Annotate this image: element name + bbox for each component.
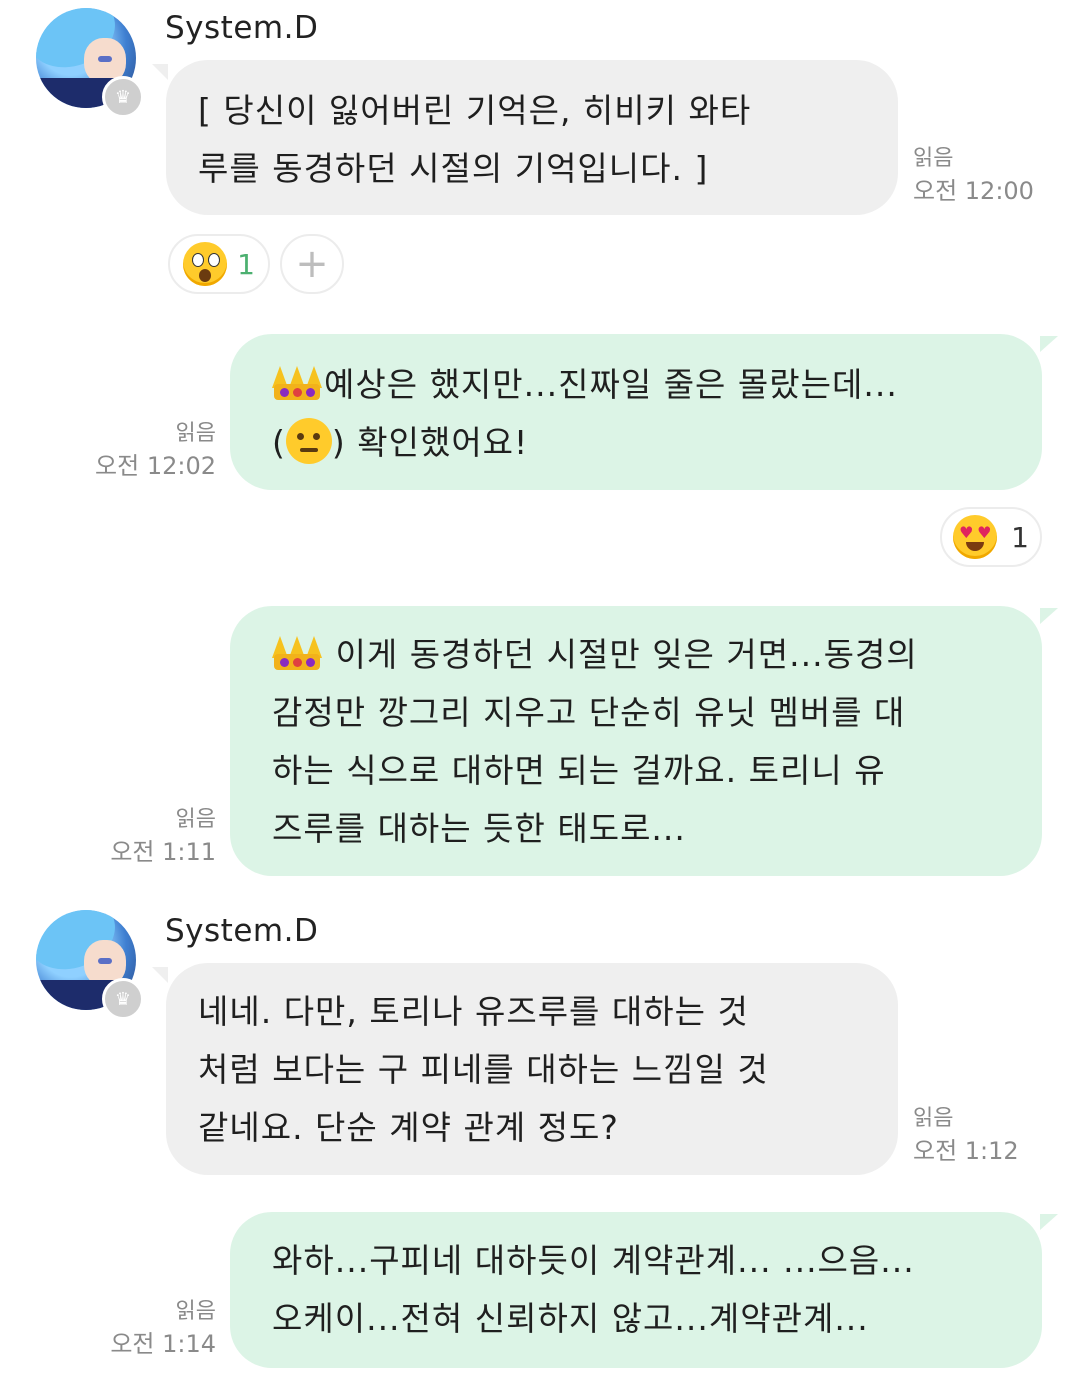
message-line: 와하...구피네 대하듯이 계약관계... ...으음... xyxy=(272,1241,915,1280)
read-indicator: 읽음 xyxy=(913,1106,954,1131)
message-line: 루를 동경하던 시절의 기억입니다. ] xyxy=(198,149,709,188)
add-reaction-button[interactable]: + xyxy=(280,234,344,294)
bubble-tail xyxy=(1040,336,1058,352)
read-indicator: 읽음 xyxy=(175,421,216,446)
crown-emoji-icon xyxy=(272,632,322,672)
timestamp: 오전 1:11 xyxy=(110,838,216,866)
read-indicator: 읽음 xyxy=(175,1299,216,1324)
message-meta: 읽음 오전 12:00 xyxy=(913,143,1034,207)
read-indicator: 읽음 xyxy=(175,807,216,832)
message-line: 하는 식으로 대하면 되는 걸까요. 토리니 유 xyxy=(272,751,886,790)
bubble-tail xyxy=(1040,1214,1058,1230)
message-line: 이게 동경하던 시절만 잊은 거면...동경의 xyxy=(272,626,1000,684)
plus-icon: + xyxy=(295,241,329,287)
thinking-face-icon xyxy=(285,418,332,464)
bubble-tail xyxy=(152,967,168,983)
heart-eyes-face-icon: ♥ ♥ xyxy=(953,515,998,559)
sender-name: System.D xyxy=(165,10,319,46)
message-line: 같네요. 단순 계약 관계 정도? xyxy=(198,1108,619,1147)
crown-icon: ♛ xyxy=(102,978,144,1020)
message-bubble-incoming[interactable]: 네네. 다만, 토리나 유즈루를 대하는 것 처럼 보다는 구 피네를 대하는 … xyxy=(166,963,898,1175)
message-bubble-incoming[interactable]: [ 당신이 잃어버린 기억은, 히비키 와타 루를 동경하던 시절의 기억입니다… xyxy=(166,60,898,215)
reaction-count: 1 xyxy=(237,247,255,281)
crown-icon: ♛ xyxy=(102,76,144,118)
reaction-count: 1 xyxy=(1011,520,1029,554)
timestamp: 오전 1:14 xyxy=(110,1330,216,1358)
message-line: 처럼 보다는 구 피네를 대하는 느낌일 것 xyxy=(198,1050,769,1089)
message-bubble-outgoing[interactable]: 예상은 했지만...진짜일 줄은 몰랐는데... ( ) 확인했어요! xyxy=(230,334,1042,490)
message-line: ( ) 확인했어요! xyxy=(272,414,1000,472)
message-meta: 읽음 오전 1:11 xyxy=(90,804,216,868)
astonished-face-icon xyxy=(183,242,228,286)
message-line: 예상은 했지만...진짜일 줄은 몰랐는데... xyxy=(272,356,1000,414)
message-line: 감정만 깡그리 지우고 단순히 유닛 멤버를 대 xyxy=(272,693,906,732)
message-line: 오케이...전혀 신뢰하지 않고...계약관계... xyxy=(272,1299,869,1338)
crown-emoji-icon xyxy=(272,362,322,402)
message-line: 즈루를 대하는 듯한 태도로... xyxy=(272,809,686,848)
message-line: [ 당신이 잃어버린 기억은, 히비키 와타 xyxy=(198,91,752,130)
reaction-chip[interactable]: ♥ ♥ 1 xyxy=(940,507,1042,567)
message-line: 네네. 다만, 토리나 유즈루를 대하는 것 xyxy=(198,992,749,1031)
message-meta: 읽음 오전 12:02 xyxy=(90,418,216,482)
sender-name: System.D xyxy=(165,913,319,949)
message-meta: 읽음 오전 1:12 xyxy=(913,1103,1019,1167)
message-bubble-outgoing[interactable]: 이게 동경하던 시절만 잊은 거면...동경의 감정만 깡그리 지우고 단순히 … xyxy=(230,606,1042,876)
message-meta: 읽음 오전 1:14 xyxy=(90,1296,216,1360)
timestamp: 오전 1:12 xyxy=(913,1137,1019,1165)
bubble-tail xyxy=(1040,608,1058,624)
read-indicator: 읽음 xyxy=(913,146,954,171)
reaction-chip[interactable]: 1 xyxy=(168,234,270,294)
message-bubble-outgoing[interactable]: 와하...구피네 대하듯이 계약관계... ...으음... 오케이...전혀 … xyxy=(230,1212,1042,1368)
timestamp: 오전 12:00 xyxy=(913,177,1034,205)
timestamp: 오전 12:02 xyxy=(95,452,216,480)
bubble-tail xyxy=(152,64,168,80)
